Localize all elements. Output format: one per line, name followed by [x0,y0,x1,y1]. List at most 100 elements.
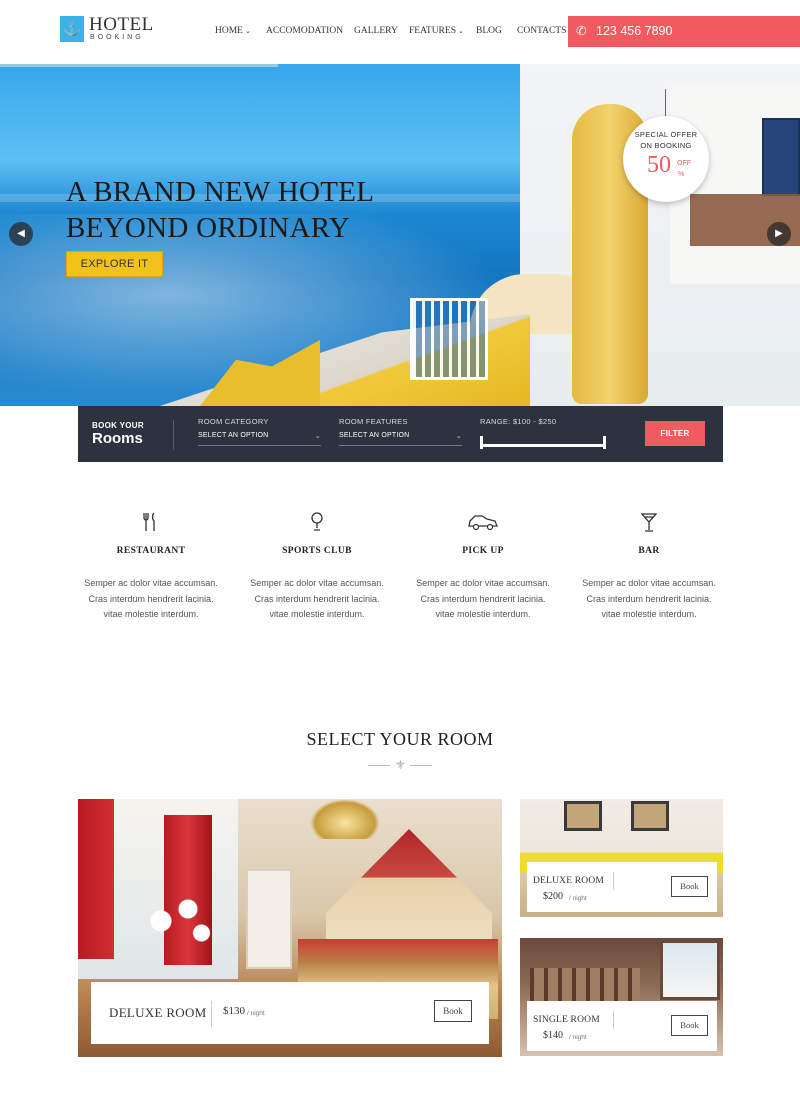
logo[interactable]: ⚓ HOTEL BOOKING [60,14,160,46]
hero-slider: A BRAND NEW HOTEL BEYOND ORDINARY EXPLOR… [0,64,800,406]
book-button[interactable]: Book [671,876,708,897]
room-name: DELUXE ROOM [109,1005,207,1020]
room-price-unit: / night [569,895,587,902]
room-category-select[interactable]: SELECT AN OPTION ⌄ [198,432,321,446]
book-button[interactable]: Book [671,1015,708,1036]
feature-sports-club: SPORTS CLUB Semper ac dolor vitae accums… [242,512,392,623]
nav-label: GALLERY [354,26,398,36]
room-card-deluxe-small[interactable]: DELUXE ROOM $200 / night Book [520,799,723,917]
site-header: ⚓ HOTEL BOOKING HOME ⌄ ACCOMODATION GALLE… [0,0,800,64]
book-button[interactable]: Book [434,1000,472,1022]
wall-picture [631,801,669,831]
special-offer-badge[interactable]: SPECIAL OFFER ON BOOKING 50 OFF % [623,116,709,202]
chevron-down-icon: ⌄ [314,433,321,440]
room-divider [613,872,614,890]
range-handle-max[interactable] [603,436,606,449]
filter-button[interactable]: FILTER [645,421,705,446]
chevron-down-icon: ⌄ [244,27,251,35]
slider-next-arrow-icon[interactable]: ▶ [767,222,791,246]
feature-text-line: vitae molestie interdum. [269,609,365,619]
feature-text: Semper ac dolor vitae accumsan. Cras int… [408,576,558,623]
room-divider [613,1011,614,1029]
range-handle-min[interactable] [480,436,483,449]
booking-divider [173,420,174,450]
wall-picture [564,801,602,831]
hero-title-line2: BEYOND ORDINARY [66,212,351,244]
slider-prev-arrow-icon[interactable]: ◀ [9,222,33,246]
booking-title-large: Rooms [92,430,143,447]
chevron-down-icon: ⌄ [455,433,462,440]
nav-label: ACCOMODATION [266,26,344,36]
booking-bar: BOOK YOUR Rooms ROOM CATEGORY SELECT AN … [78,406,723,462]
room-info-card: DELUXE ROOM $200 / night Book [527,862,717,912]
nav-label: HOME [215,26,243,36]
feature-text-line: Semper ac dolor vitae accumsan. [84,578,218,588]
cocktail-icon [574,512,724,536]
phone-icon: ✆ [576,24,587,38]
offer-string [665,89,666,117]
fleur-de-lis-icon: ⚜ [395,758,406,772]
nav-item-gallery[interactable]: GALLERY [354,26,398,36]
fleur-divider: ⚜ [368,758,432,772]
price-range-slider[interactable] [480,444,606,447]
room-canopy [326,829,492,949]
feature-text-line: vitae molestie interdum. [601,609,697,619]
room-price: $200 [543,891,563,902]
logo-subtitle: BOOKING [90,34,144,41]
offer-percent-sign: % [678,171,685,178]
feature-title: SPORTS CLUB [282,546,352,556]
feature-pick-up: PICK UP Semper ac dolor vitae accumsan. … [408,512,558,623]
room-name: DELUXE ROOM [533,876,605,886]
nav-label: CONTACTS [517,26,567,36]
chevron-down-icon: ⌄ [457,27,464,35]
nav-item-contacts[interactable]: CONTACTS [517,26,566,36]
feature-text-line: Semper ac dolor vitae accumsan. [250,578,384,588]
nav-item-blog[interactable]: BLOG [476,26,502,36]
hero-title: A BRAND NEW HOTEL BEYOND ORDINARY [66,174,374,246]
room-chandelier [310,799,380,839]
offer-line2: ON BOOKING [640,141,692,150]
divider-line [410,765,432,766]
feature-text-line: vitae molestie interdum. [103,609,199,619]
nav-item-home[interactable]: HOME ⌄ [215,26,251,36]
feature-text-line: Semper ac dolor vitae accumsan. [416,578,550,588]
explore-button[interactable]: EXPLORE IT [66,251,163,277]
room-window [660,940,720,1000]
range-min: $100 [512,417,531,426]
room-features-label: ROOM FEATURES [339,417,408,426]
logo-title: HOTEL [89,14,154,35]
hero-window [762,118,800,196]
anchor-icon: ⚓ [60,16,84,42]
hero-gate [410,298,488,380]
offer-off: OFF [677,160,691,167]
booking-title-small: BOOK YOUR [92,421,144,430]
section-title: SELECT YOUR ROOM [306,729,494,749]
car-icon [408,512,558,536]
offer-percent: 50 [647,152,671,178]
feature-bar: BAR Semper ac dolor vitae accumsan. Cras… [574,512,724,623]
divider-line [368,765,390,766]
phone-bar[interactable]: ✆ 123 456 7890 [568,16,800,47]
phone-number: 123 456 7890 [596,24,673,38]
nav-label: FEATURES [409,26,456,36]
room-card-single[interactable]: SINGLE ROOM $140 / night Book [520,938,723,1056]
room-card-deluxe-large[interactable]: DELUXE ROOM $130 / night Book [78,799,502,1057]
slider-progress-bar [0,64,278,67]
range-max: $250 [538,417,557,426]
nav-item-features[interactable]: FEATURES ⌄ [409,26,464,36]
room-features-select[interactable]: SELECT AN OPTION ⌄ [339,432,462,446]
fork-knife-icon [76,512,226,536]
hero-title-line1: A BRAND NEW HOTEL [66,176,375,208]
feature-text: Semper ac dolor vitae accumsan. Cras int… [242,576,392,623]
range-label: RANGE: [480,417,511,426]
feature-text-line: Cras interdum hendrerit lacinia. [254,593,380,604]
room-shelf [246,869,292,969]
feature-text-line: Cras interdum hendrerit lacinia. [586,593,712,604]
feature-title: BAR [638,546,660,556]
feature-text-line: Cras interdum hendrerit lacinia. [420,593,546,604]
room-flowers [134,889,224,969]
nav-item-accomodation[interactable]: ACCOMODATION [266,26,343,36]
room-category-value: SELECT AN OPTION [198,432,269,439]
nav-label: BLOG [476,26,502,36]
feature-title: PICK UP [462,546,504,556]
